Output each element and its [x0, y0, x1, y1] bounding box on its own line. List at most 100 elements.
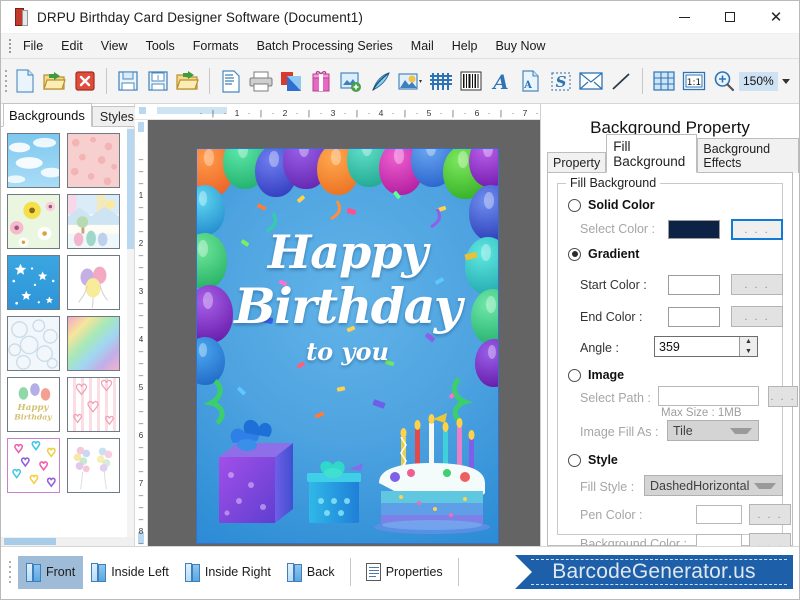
pen-color-swatch[interactable] — [696, 505, 742, 524]
picture-dropdown-icon[interactable] — [396, 65, 426, 97]
bg-colorful-hearts[interactable] — [7, 438, 60, 493]
menu-item-edit[interactable]: Edit — [52, 36, 92, 56]
save-icon[interactable] — [113, 65, 143, 97]
statusbar-grip-handle[interactable] — [5, 557, 14, 587]
menu-item-view[interactable]: View — [92, 36, 137, 56]
brand-banner[interactable]: BarcodeGenerator.us — [515, 555, 793, 589]
fill-style-label: Fill Style : — [580, 480, 634, 494]
bg-bubbles[interactable] — [7, 316, 60, 371]
backgrounds-horizontal-scrollbar[interactable] — [1, 537, 134, 546]
card-view-inside-left[interactable]: Inside Left — [83, 556, 177, 589]
menu-item-batch-processing-series[interactable]: Batch Processing Series — [248, 36, 402, 56]
canvas-stage[interactable]: Happy Birthday to you — [148, 120, 540, 546]
zoom-out-icon[interactable] — [796, 65, 800, 97]
barcode-icon[interactable] — [456, 65, 486, 97]
close-button[interactable]: ✕ — [753, 1, 799, 33]
app-book-icon — [13, 8, 29, 26]
solid-color-option[interactable]: Solid Color — [568, 194, 782, 216]
angle-spinner[interactable]: ▲ ▼ — [739, 337, 757, 356]
zoom-dropdown-arrow-icon[interactable] — [782, 79, 790, 84]
menu-item-buy-now[interactable]: Buy Now — [486, 36, 554, 56]
select-path-browse-button[interactable]: . . . — [768, 386, 798, 407]
bg-pastel-scenery[interactable] — [67, 194, 120, 249]
card-layers-icon[interactable] — [276, 65, 306, 97]
angle-spinner-up[interactable]: ▲ — [740, 337, 757, 347]
pen-icon[interactable] — [366, 65, 396, 97]
envelope-icon[interactable] — [576, 65, 606, 97]
menu-item-file[interactable]: File — [14, 36, 52, 56]
end-color-swatch[interactable] — [668, 307, 720, 327]
open-folder-icon[interactable] — [40, 65, 70, 97]
bg-balloon-bouquets[interactable] — [67, 438, 120, 493]
menu-item-formats[interactable]: Formats — [184, 36, 248, 56]
card-view-back[interactable]: Back — [279, 556, 343, 589]
pen-color-browse-button[interactable]: . . . — [749, 504, 791, 525]
gradient-option[interactable]: Gradient — [568, 243, 782, 265]
gradient-radio[interactable] — [568, 248, 581, 261]
menu-item-mail[interactable]: Mail — [402, 36, 443, 56]
scrollbar-thumb[interactable] — [127, 129, 134, 249]
toolbar-separator — [642, 68, 643, 94]
start-color-swatch[interactable] — [668, 275, 720, 295]
bg-pink-hearts-stripes[interactable] — [67, 377, 120, 432]
style-option[interactable]: Style — [568, 449, 782, 471]
vertical-ruler-ticks: ––– 1 ––– 2 ––– 3 ––– 4 ––– 5 ––– 6 ––– … — [135, 154, 147, 546]
solid-color-radio[interactable] — [568, 199, 581, 212]
card-text-line2[interactable]: Birthday — [197, 277, 498, 335]
actual-size-icon[interactable]: 1:1 — [679, 65, 709, 97]
bg-blue-stars[interactable] — [7, 255, 60, 310]
save-as-icon[interactable]: I — [143, 65, 173, 97]
solid-color-browse-button[interactable]: . . . — [731, 219, 783, 240]
export-folder-icon[interactable] — [173, 65, 203, 97]
tab-property[interactable]: Property — [547, 152, 606, 173]
end-color-browse-button[interactable]: . . . — [731, 306, 783, 327]
bg-yellow-daisies[interactable] — [7, 194, 60, 249]
tab-background-effects[interactable]: Background Effects — [697, 138, 799, 173]
card-text-line1[interactable]: Happy — [197, 225, 498, 279]
text-icon[interactable]: A — [486, 65, 516, 97]
zoom-level-input[interactable]: 150% — [739, 72, 778, 91]
print-preview-icon[interactable] — [216, 65, 246, 97]
angle-input[interactable]: 359 ▲ ▼ — [654, 336, 758, 357]
close-document-icon[interactable] — [70, 65, 100, 97]
card-view-inside-right[interactable]: Inside Right — [177, 556, 279, 589]
image-fill-as-select[interactable]: Tile — [667, 420, 759, 441]
card-preview-front[interactable]: Happy Birthday to you — [196, 148, 499, 544]
solid-color-swatch[interactable] — [668, 220, 720, 239]
bg-rainbow-gradient[interactable] — [67, 316, 120, 371]
backgrounds-vertical-scrollbar[interactable] — [127, 127, 134, 537]
start-color-browse-button[interactable]: . . . — [731, 274, 783, 295]
image-radio[interactable] — [568, 369, 581, 382]
tab-fill-background[interactable]: Fill Background — [606, 134, 697, 173]
scrollbar-thumb[interactable] — [4, 538, 56, 545]
card-view-front[interactable]: Front — [18, 556, 83, 589]
text-area-icon[interactable]: A — [516, 65, 546, 97]
print-icon[interactable] — [246, 65, 276, 97]
bg-pastel-balloons[interactable] — [67, 255, 120, 310]
image-option[interactable]: Image — [568, 364, 782, 386]
zoom-in-icon[interactable] — [709, 65, 739, 97]
signature-icon[interactable] — [426, 65, 456, 97]
gift-icon[interactable] — [306, 65, 336, 97]
new-document-icon[interactable] — [10, 65, 40, 97]
bg-happy-birthday-balloons[interactable]: Happy Birthday — [7, 377, 60, 432]
angle-spinner-down[interactable]: ▼ — [740, 347, 757, 357]
card-text-line3[interactable]: to you — [197, 337, 498, 366]
select-path-input[interactable] — [658, 386, 759, 406]
grid-icon[interactable] — [649, 65, 679, 97]
maximize-button[interactable] — [707, 1, 753, 33]
tab-backgrounds[interactable]: Backgrounds — [3, 103, 92, 127]
minimize-button[interactable] — [661, 1, 707, 33]
line-icon[interactable] — [606, 65, 636, 97]
bg-pink-hearts-texture[interactable] — [67, 133, 120, 188]
style-radio[interactable] — [568, 454, 581, 467]
menu-grip-handle[interactable] — [5, 38, 14, 54]
menu-item-help[interactable]: Help — [443, 36, 487, 56]
properties-button[interactable]: Properties — [358, 556, 451, 588]
menu-item-tools[interactable]: Tools — [137, 36, 184, 56]
fill-style-select[interactable]: DashedHorizontal — [644, 475, 783, 496]
add-image-icon[interactable] — [336, 65, 366, 97]
bg-clouds-sky[interactable] — [7, 133, 60, 188]
shape-select-icon[interactable]: S — [546, 65, 576, 97]
toolbar-grip-handle[interactable] — [5, 67, 7, 95]
